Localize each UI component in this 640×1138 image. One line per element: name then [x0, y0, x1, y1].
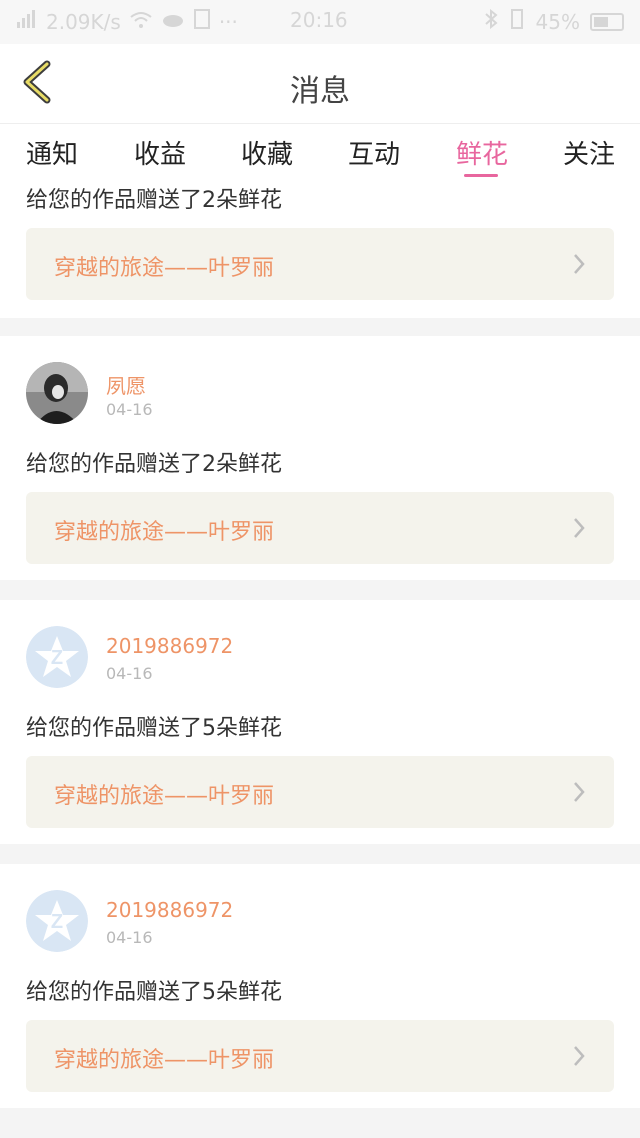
work-title: 穿越的旅途——叶罗丽	[54, 784, 275, 809]
user-name[interactable]: 夙愿	[106, 370, 146, 399]
chevron-right-icon	[572, 1044, 586, 1072]
signal-icon	[16, 9, 38, 34]
message-card: 夙愿 04-16 给您的作品赠送了2朵鲜花 穿越的旅途——叶罗丽	[0, 336, 640, 580]
active-tab-indicator	[464, 174, 498, 177]
bluetooth-icon	[484, 8, 498, 34]
tab-flowers[interactable]: 鲜花	[456, 134, 508, 171]
message-card: Z 2019886972 04-16 给您的作品赠送了5朵鲜花 穿越的旅途——叶…	[0, 864, 640, 1108]
default-avatar-icon[interactable]: Z	[26, 890, 88, 952]
battery-icon	[590, 12, 624, 31]
svg-text:Z: Z	[51, 647, 63, 669]
tab-notifications[interactable]: 通知	[26, 134, 78, 171]
gift-text: 给您的作品赠送了5朵鲜花	[26, 980, 282, 1005]
wifi-icon	[129, 10, 153, 34]
gift-text: 给您的作品赠送了2朵鲜花	[26, 188, 282, 213]
svg-text:Z: Z	[51, 911, 63, 933]
chevron-right-icon	[572, 780, 586, 808]
gift-text: 给您的作品赠送了5朵鲜花	[26, 716, 282, 741]
page-title: 消息	[290, 74, 350, 109]
work-title: 穿越的旅途——叶罗丽	[54, 1048, 275, 1073]
message-date: 04-16	[106, 664, 153, 683]
tab-bar: 通知 收益 收藏 互动 鲜花 关注	[0, 124, 640, 180]
chevron-right-icon	[572, 252, 586, 280]
work-link[interactable]: 穿越的旅途——叶罗丽	[26, 756, 614, 828]
vibrate-icon	[508, 8, 526, 35]
user-name[interactable]: 2019886972	[106, 898, 233, 922]
message-card: Z 2019886972 04-16 给您的作品赠送了5朵鲜花 穿越的旅途——叶…	[0, 600, 640, 844]
net-speed: 2.09K/s	[46, 9, 121, 34]
status-left: 2.09K/s ···	[16, 8, 238, 35]
work-link[interactable]: 穿越的旅途——叶罗丽	[26, 492, 614, 564]
status-right: 45%	[484, 8, 624, 35]
header-bar: 消息	[0, 44, 640, 124]
cloud-icon	[161, 10, 185, 34]
more-dots-icon: ···	[218, 9, 238, 34]
battery-percent: 45%	[535, 9, 580, 34]
chevron-right-icon	[572, 516, 586, 544]
user-name[interactable]: 2019886972	[106, 634, 233, 658]
tab-interactions[interactable]: 互动	[348, 134, 400, 171]
message-date: 04-16	[106, 928, 153, 947]
default-avatar-icon[interactable]: Z	[26, 626, 88, 688]
avatar[interactable]	[26, 362, 88, 424]
status-time: 20:16	[290, 8, 348, 32]
tab-following[interactable]: 关注	[563, 134, 615, 171]
gift-text: 给您的作品赠送了2朵鲜花	[26, 452, 282, 477]
work-title: 穿越的旅途——叶罗丽	[54, 520, 275, 545]
sim-icon	[193, 8, 211, 35]
message-card: 给您的作品赠送了2朵鲜花 穿越的旅途——叶罗丽	[0, 180, 640, 318]
work-link[interactable]: 穿越的旅途——叶罗丽	[26, 228, 614, 300]
status-bar: 2.09K/s ··· 20:16 45%	[0, 0, 640, 44]
tab-earnings[interactable]: 收益	[134, 134, 186, 171]
message-date: 04-16	[106, 400, 153, 419]
work-link[interactable]: 穿越的旅途——叶罗丽	[26, 1020, 614, 1092]
work-title: 穿越的旅途——叶罗丽	[54, 256, 275, 281]
tab-favorites[interactable]: 收藏	[241, 134, 293, 171]
